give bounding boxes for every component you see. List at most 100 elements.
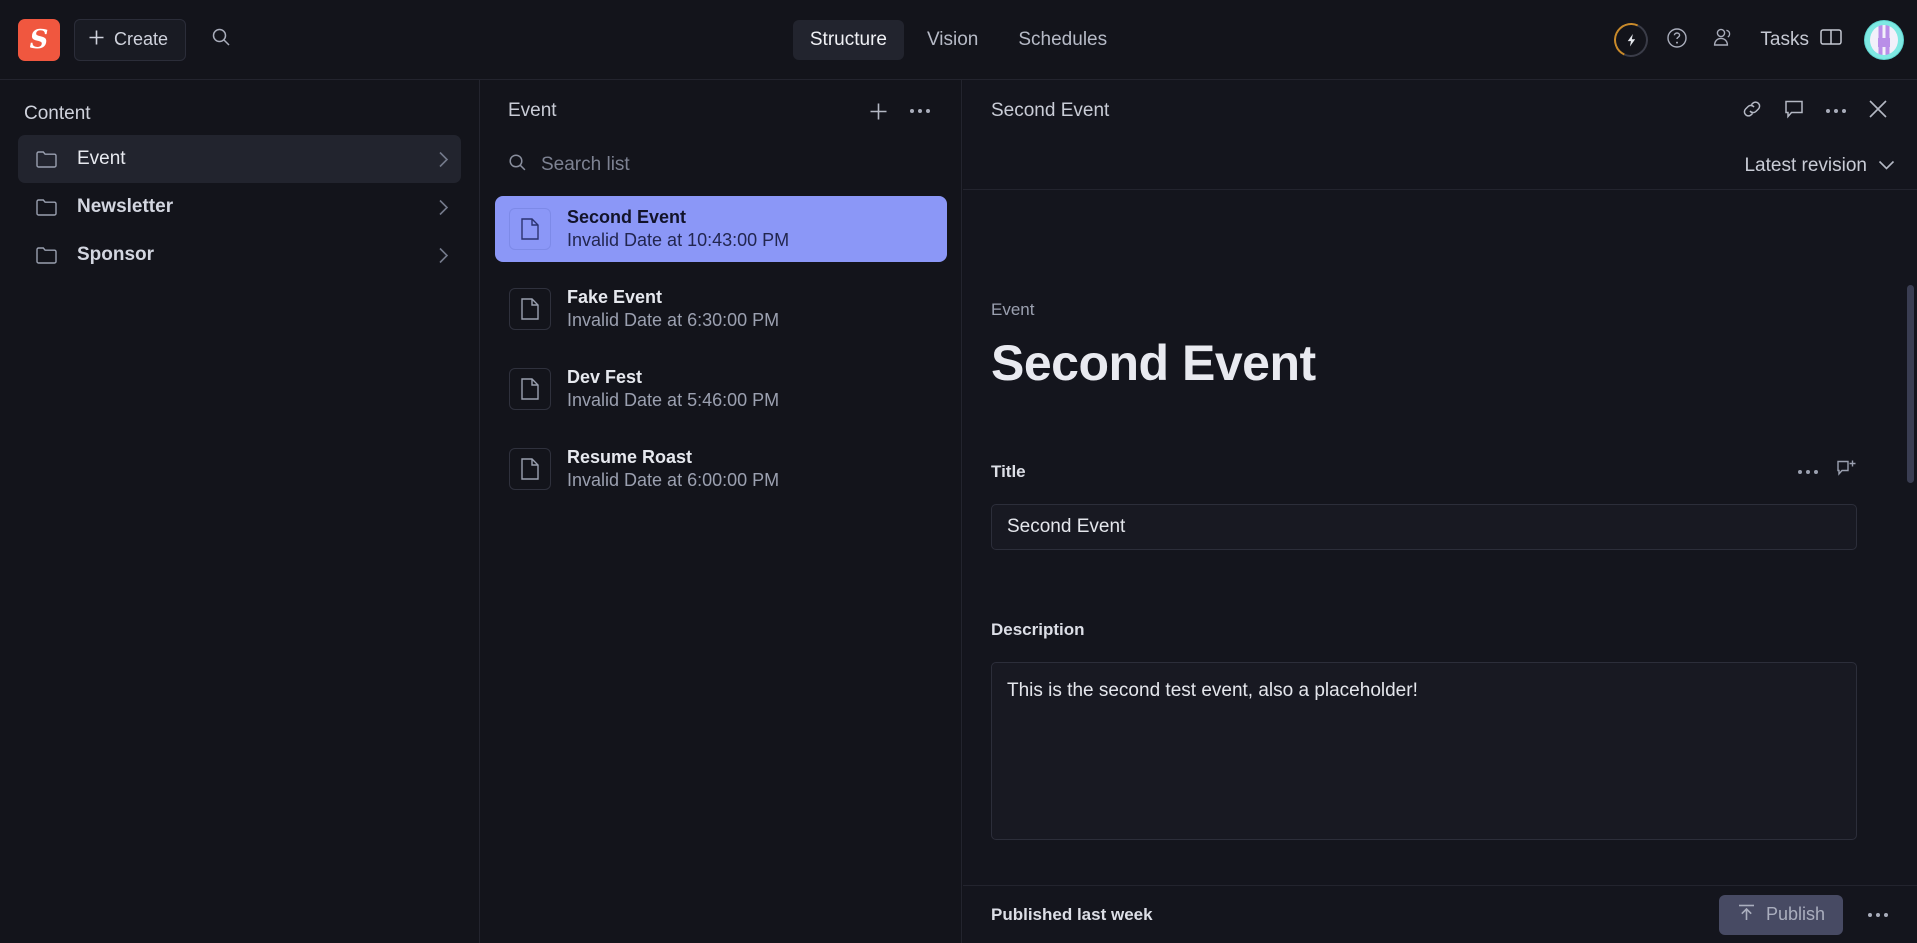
more-horizontal-icon bbox=[1798, 470, 1818, 474]
description-field-group: Description This is the second test even… bbox=[991, 616, 1857, 840]
add-document-button[interactable] bbox=[857, 90, 899, 132]
content-sidebar: Content Event Newsletter Sponsor bbox=[0, 80, 480, 943]
folder-icon bbox=[36, 150, 57, 168]
list-item-date: Invalid Date at 5:46:00 PM bbox=[567, 390, 780, 410]
document-icon bbox=[509, 288, 551, 330]
document-icon bbox=[509, 368, 551, 410]
list-item-title: Dev Fest bbox=[567, 367, 643, 387]
publish-button[interactable]: Publish bbox=[1718, 894, 1843, 935]
list-item-text: Dev Fest Invalid Date at 5:46:00 PM bbox=[567, 367, 779, 411]
field-more-options-button[interactable] bbox=[1798, 470, 1818, 474]
add-comment-button[interactable] bbox=[1836, 459, 1857, 485]
document-list: Second Event Invalid Date at 10:43:00 PM… bbox=[481, 188, 961, 502]
title-field-label: Title bbox=[991, 462, 1026, 481]
list-item-date: Invalid Date at 10:43:00 PM bbox=[567, 230, 790, 250]
app-logo[interactable]: S bbox=[18, 18, 60, 61]
list-item-date: Invalid Date at 6:00:00 PM bbox=[567, 470, 780, 490]
title-field-actions bbox=[1798, 459, 1857, 485]
list-item[interactable]: Dev Fest Invalid Date at 5:46:00 PM bbox=[495, 356, 947, 422]
folder-icon bbox=[36, 198, 57, 216]
document-icon bbox=[509, 208, 551, 250]
publish-more-options-button[interactable] bbox=[1857, 894, 1899, 936]
create-button[interactable]: Create bbox=[74, 18, 187, 61]
title-field-group: Title Second Event bbox=[991, 458, 1857, 550]
quick-actions-button[interactable] bbox=[1609, 18, 1654, 62]
document-heading: Second Event bbox=[991, 335, 1316, 391]
more-horizontal-icon bbox=[910, 109, 930, 113]
sidebar-item-sponsor[interactable]: Sponsor bbox=[18, 231, 461, 279]
nav-tab-vision[interactable]: Vision bbox=[910, 20, 995, 60]
list-item-text: Fake Event Invalid Date at 6:30:00 PM bbox=[567, 287, 779, 331]
title-field-header: Title bbox=[991, 458, 1857, 486]
description-field-header: Description bbox=[991, 616, 1857, 644]
list-item-text: Resume Roast Invalid Date at 6:00:00 PM bbox=[567, 447, 779, 491]
list-search-field[interactable]: Search list bbox=[481, 142, 961, 188]
revision-label: Latest revision bbox=[1744, 154, 1867, 176]
list-item-title: Resume Roast bbox=[567, 447, 693, 467]
members-button[interactable] bbox=[1702, 19, 1744, 61]
search-icon bbox=[211, 27, 231, 52]
more-horizontal-icon bbox=[1868, 912, 1888, 917]
list-item-title: Second Event bbox=[567, 207, 687, 227]
list-item[interactable]: Second Event Invalid Date at 10:43:00 PM bbox=[495, 196, 947, 262]
upload-icon bbox=[1737, 903, 1756, 927]
tasks-label: Tasks bbox=[1760, 29, 1809, 50]
list-panel-more-options-button[interactable] bbox=[899, 90, 941, 132]
document-revision-bar: Latest revision bbox=[963, 142, 1917, 190]
top-bar: S Create Structure Vision Schedules Task… bbox=[0, 0, 1917, 80]
sidebar-item-label: Event bbox=[77, 148, 126, 169]
top-bar-right-group: Tasks bbox=[1609, 0, 1903, 80]
more-horizontal-icon bbox=[1826, 109, 1846, 113]
close-icon bbox=[1868, 99, 1888, 124]
chevron-right-icon bbox=[438, 247, 449, 264]
revision-selector[interactable]: Latest revision bbox=[1744, 155, 1895, 177]
sidebar-item-label: Sponsor bbox=[77, 244, 155, 265]
sidebar-title: Content bbox=[24, 103, 91, 124]
document-scrollbar[interactable] bbox=[1907, 285, 1914, 483]
document-header: Second Event bbox=[963, 80, 1917, 142]
lightning-bolt-icon bbox=[1609, 18, 1654, 62]
search-icon bbox=[508, 153, 527, 177]
comments-button[interactable] bbox=[1773, 90, 1815, 132]
list-item-title: Fake Event bbox=[567, 287, 663, 307]
copy-link-button[interactable] bbox=[1731, 90, 1773, 132]
nav-tab-schedules[interactable]: Schedules bbox=[1001, 20, 1124, 60]
help-button[interactable] bbox=[1656, 19, 1698, 61]
document-type-label: Event bbox=[991, 300, 1035, 319]
chevron-right-icon bbox=[438, 151, 449, 168]
top-bar-left-group: S Create bbox=[0, 18, 242, 61]
comment-plus-icon bbox=[1836, 459, 1857, 485]
plus-icon bbox=[88, 29, 105, 51]
list-item-date: Invalid Date at 6:30:00 PM bbox=[567, 310, 780, 330]
close-document-button[interactable] bbox=[1857, 90, 1899, 132]
panel-layout-icon bbox=[1819, 27, 1843, 53]
description-field-label: Description bbox=[991, 620, 1085, 639]
document-header-title: Second Event bbox=[991, 100, 1110, 121]
create-button-label: Create bbox=[114, 29, 169, 49]
folder-icon bbox=[36, 246, 57, 264]
sidebar-item-event[interactable]: Event bbox=[18, 135, 461, 183]
sidebar-item-newsletter[interactable]: Newsletter bbox=[18, 183, 461, 231]
description-textarea[interactable]: This is the second test event, also a pl… bbox=[991, 662, 1857, 840]
document-body: Event Second Event Title Second Event De… bbox=[963, 270, 1917, 885]
link-icon bbox=[1741, 98, 1763, 125]
user-avatar[interactable] bbox=[1865, 21, 1903, 59]
list-item[interactable]: Resume Roast Invalid Date at 6:00:00 PM bbox=[495, 436, 947, 502]
document-footer: Published last week Publish bbox=[963, 885, 1917, 943]
document-more-options-button[interactable] bbox=[1815, 90, 1857, 132]
list-panel-header: Event bbox=[481, 80, 961, 142]
comment-icon bbox=[1783, 98, 1805, 125]
list-panel-title: Event bbox=[508, 100, 557, 121]
document-editor-panel: Second Event Latest revision Event Secon… bbox=[963, 80, 1917, 943]
publish-button-label: Publish bbox=[1765, 904, 1825, 924]
nav-tab-structure[interactable]: Structure bbox=[792, 20, 904, 60]
sidebar-item-label: Newsletter bbox=[77, 196, 174, 217]
help-circle-icon bbox=[1665, 26, 1689, 55]
global-search-button[interactable] bbox=[200, 19, 242, 61]
publish-status: Published last week bbox=[991, 904, 1153, 924]
title-input[interactable]: Second Event bbox=[991, 504, 1857, 550]
list-item[interactable]: Fake Event Invalid Date at 6:30:00 PM bbox=[495, 276, 947, 342]
chevron-down-icon bbox=[1878, 155, 1895, 177]
document-list-panel: Event Search list Second Event Invalid D… bbox=[481, 80, 962, 943]
tasks-button[interactable]: Tasks bbox=[1748, 19, 1853, 61]
